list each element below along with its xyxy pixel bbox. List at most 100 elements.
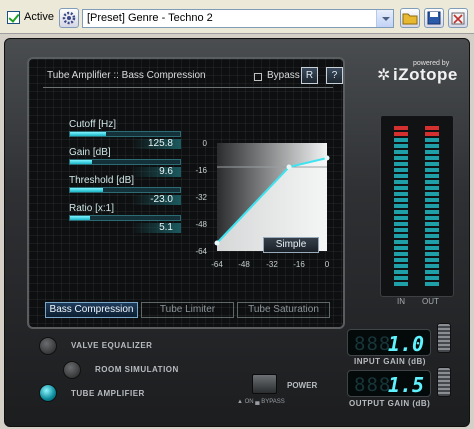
output-gain-display[interactable]: 888 1.5 — [347, 370, 431, 397]
compression-curve-graph[interactable]: 0 -16 -32 -48 -64 -64 -48 -32 -16 0 — [189, 133, 337, 289]
help-button[interactable]: ? — [326, 67, 343, 84]
cutoff-slider[interactable] — [69, 131, 181, 137]
tab-tube-limiter[interactable]: Tube Limiter — [141, 302, 234, 318]
y-tick-label: -32 — [195, 193, 207, 202]
meter-segment — [425, 138, 439, 142]
meter-segment — [394, 150, 408, 154]
curve-point[interactable] — [286, 164, 292, 170]
meter-segment — [394, 144, 408, 148]
chevron-down-icon[interactable] — [376, 10, 393, 27]
tube-amplifier-button[interactable] — [39, 384, 57, 402]
meter-segment — [425, 246, 439, 250]
tab-bass-compression[interactable]: Bass Compression — [45, 302, 138, 318]
module-screen: Tube Amplifier :: Bass Compression Bypas… — [27, 57, 345, 329]
meter-segment — [394, 234, 408, 238]
y-tick-label: 0 — [203, 139, 208, 148]
meter-segment — [394, 252, 408, 256]
meter-segment — [425, 228, 439, 232]
output-meter — [425, 126, 439, 290]
meter-segment — [425, 156, 439, 160]
cutoff-slider-fill — [70, 132, 107, 136]
meter-segment — [394, 168, 408, 172]
input-meter — [394, 126, 408, 290]
meter-segment — [394, 186, 408, 190]
input-gain-knob[interactable] — [437, 323, 451, 353]
threshold-label: Threshold [dB] — [69, 175, 135, 186]
input-gain-ghost-digits: 888 — [354, 333, 392, 355]
meter-segment — [425, 180, 439, 184]
threshold-slider[interactable] — [69, 187, 181, 193]
output-gain-ghost-digits: 888 — [354, 374, 392, 396]
x-tick-label: -32 — [266, 260, 278, 269]
meter-segment — [394, 258, 408, 262]
meter-segment — [394, 282, 408, 286]
reset-button[interactable]: R — [301, 67, 318, 84]
meter-segment — [394, 270, 408, 274]
valve-equalizer-button[interactable] — [39, 337, 57, 355]
meter-segment — [394, 210, 408, 214]
izotope-logo-icon: ✲ — [377, 67, 391, 84]
save-disk-icon — [427, 11, 441, 25]
room-simulation-button[interactable] — [63, 361, 81, 379]
power-label: POWER — [287, 381, 318, 390]
output-gain-label: OUTPUT GAIN (dB) — [349, 399, 431, 408]
meter-segment — [394, 156, 408, 160]
meter-segment — [425, 132, 439, 136]
save-preset-button[interactable] — [424, 8, 444, 28]
meter-segment — [425, 192, 439, 196]
valve-equalizer-label: VALVE EQUALIZER — [71, 341, 153, 350]
meter-segment — [425, 282, 439, 286]
meter-segment — [425, 186, 439, 190]
meter-segment — [425, 204, 439, 208]
host-toolbar: Active [Preset] Genre - Techno 2 — [0, 0, 474, 34]
settings-gear-button[interactable] — [59, 8, 79, 28]
ratio-slider[interactable] — [69, 215, 181, 221]
room-simulation-label: ROOM SIMULATION — [95, 365, 179, 374]
meter-segment — [394, 174, 408, 178]
level-meter-panel — [380, 115, 454, 297]
cutoff-label: Cutoff [Hz] — [69, 119, 117, 130]
output-gain-knob[interactable] — [437, 367, 451, 397]
meter-segment — [425, 222, 439, 226]
bypass-label: Bypass — [267, 70, 300, 81]
meter-segment — [394, 162, 408, 166]
meter-segment — [425, 234, 439, 238]
tube-amplifier-label: TUBE AMPLIFIER — [71, 389, 145, 398]
tab-tube-saturation[interactable]: Tube Saturation — [237, 302, 330, 318]
meter-segment — [394, 204, 408, 208]
meter-segment — [425, 162, 439, 166]
meter-segment — [394, 240, 408, 244]
ratio-value[interactable]: 5.1 — [69, 223, 181, 233]
on-bypass-legend: ▲ ON ▄ BYPASS — [237, 399, 285, 405]
meter-segment — [425, 216, 439, 220]
meter-segment — [425, 264, 439, 268]
x-tick-label: -16 — [293, 260, 305, 269]
simple-button[interactable]: Simple — [263, 237, 319, 253]
y-tick-label: -16 — [195, 166, 207, 175]
x-tick-label: -48 — [238, 260, 250, 269]
meter-segment — [394, 222, 408, 226]
meter-segment — [394, 264, 408, 268]
meter-segment — [394, 192, 408, 196]
power-button[interactable] — [252, 374, 277, 394]
open-preset-button[interactable] — [400, 8, 420, 28]
input-gain-display[interactable]: 888 1.0 — [347, 329, 431, 356]
gain-slider[interactable] — [69, 159, 181, 165]
active-checkbox[interactable] — [7, 11, 20, 24]
plugin-panel: Tube Amplifier :: Bass Compression Bypas… — [4, 38, 470, 427]
meter-segment — [425, 126, 439, 130]
meter-segment — [425, 150, 439, 154]
bypass-checkbox[interactable] — [254, 73, 262, 81]
delete-preset-button[interactable] — [448, 8, 468, 28]
gain-slider-fill — [70, 160, 92, 164]
gear-icon — [62, 11, 76, 25]
meter-segment — [394, 138, 408, 142]
izotope-logo: iZotope — [393, 65, 458, 84]
y-tick-label: -48 — [195, 220, 207, 229]
curve-point[interactable] — [214, 240, 220, 246]
active-label: Active — [24, 11, 54, 23]
preset-dropdown[interactable]: [Preset] Genre - Techno 2 — [82, 9, 394, 28]
output-gain-value: 1.5 — [387, 373, 424, 397]
curve-point[interactable] — [324, 155, 330, 161]
input-gain-label: INPUT GAIN (dB) — [354, 357, 426, 366]
